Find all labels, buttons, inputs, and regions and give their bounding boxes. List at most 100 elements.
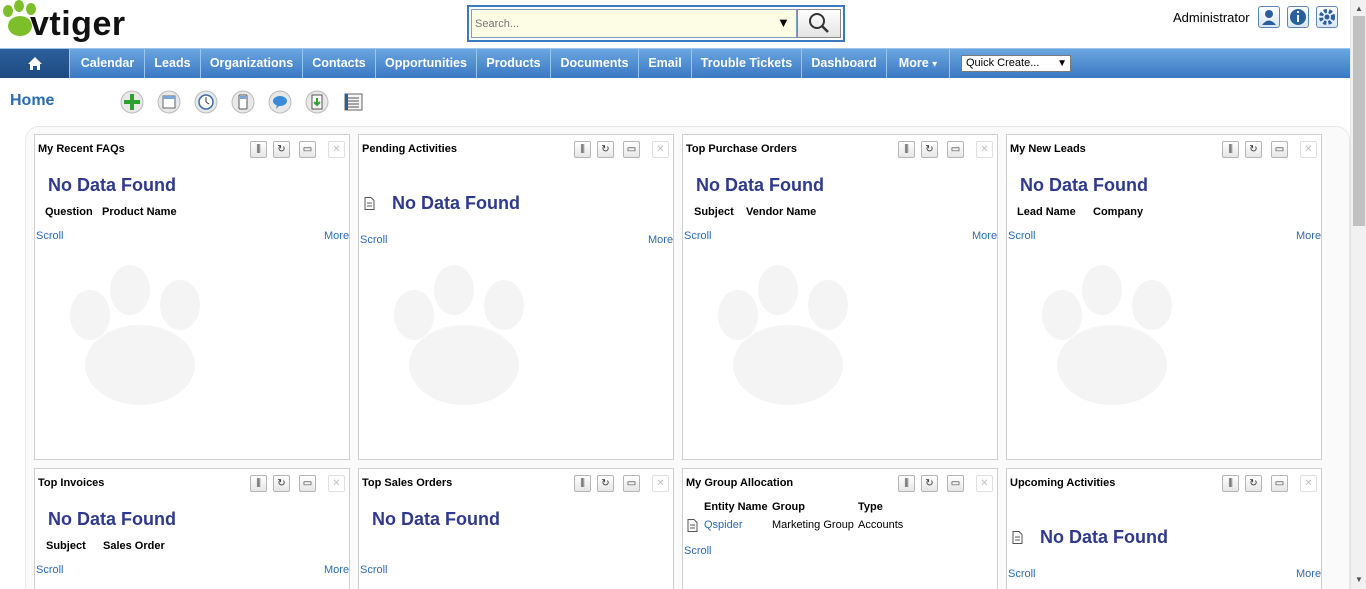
home-tab[interactable] (0, 49, 70, 78)
scroll-link[interactable]: Scroll (360, 234, 388, 246)
scroll-link[interactable]: Scroll (36, 230, 64, 242)
more-link[interactable]: More (1296, 568, 1321, 580)
more-link[interactable]: More (648, 234, 673, 246)
column-header: Subject (694, 206, 734, 218)
widget-close-icon[interactable]: ✕ (328, 475, 345, 492)
widget-minimize-icon[interactable]: ▭ (623, 475, 640, 492)
page-scrollbar[interactable]: ▲ ▼ (1350, 0, 1366, 589)
nav-documents[interactable]: Documents (551, 49, 639, 78)
entity-name-link[interactable]: Qspider (704, 519, 743, 531)
widget-minimize-icon[interactable]: ▭ (623, 141, 640, 158)
layout-icon[interactable] (157, 90, 181, 114)
widget-top-invoices: Top Invoices ⫼ ↻ ▭ ✕ No Data Found Subje… (34, 468, 350, 589)
no-data-message: No Data Found (392, 193, 520, 213)
more-link[interactable]: More (324, 564, 349, 576)
widget-refresh-icon[interactable]: ↻ (921, 141, 938, 158)
widget-minimize-icon[interactable]: ▭ (299, 141, 316, 158)
widget-refresh-icon[interactable]: ↻ (1245, 141, 1262, 158)
widget-top-purchase-orders: Top Purchase Orders ⫼ ↻ ▭ ✕ No Data Foun… (682, 134, 998, 460)
type-cell: Accounts (858, 519, 904, 531)
no-data-message: No Data Found (696, 175, 824, 195)
widget-refresh-icon[interactable]: ↻ (921, 475, 938, 492)
widget-settings-icon[interactable]: ⫼ (898, 141, 915, 158)
nav-more[interactable]: More ▾ (887, 49, 950, 78)
widget-settings-icon[interactable]: ⫼ (898, 475, 915, 492)
clock-icon[interactable] (194, 90, 218, 114)
scroll-link[interactable]: Scroll (1008, 230, 1036, 242)
scroll-up-arrow-icon[interactable]: ▲ (1355, 4, 1363, 13)
widget-minimize-icon[interactable]: ▭ (1271, 141, 1288, 158)
widget-refresh-icon[interactable]: ↻ (1245, 475, 1262, 492)
widget-settings-icon[interactable]: ⫼ (250, 141, 267, 158)
widget-minimize-icon[interactable]: ▭ (947, 475, 964, 492)
widget-minimize-icon[interactable]: ▭ (1271, 475, 1288, 492)
user-name: Administrator (1173, 10, 1250, 25)
widget-close-icon[interactable]: ✕ (976, 141, 993, 158)
notebook-icon[interactable] (342, 90, 366, 114)
widget-settings-icon[interactable]: ⫼ (574, 475, 591, 492)
scroll-link[interactable]: Scroll (684, 230, 712, 242)
scroll-link[interactable]: Scroll (684, 545, 712, 557)
scroll-link[interactable]: Scroll (36, 564, 64, 576)
widget-my-new-leads: My New Leads ⫼ ↻ ▭ ✕ No Data Found Lead … (1006, 134, 1322, 460)
widget-refresh-icon[interactable]: ↻ (273, 475, 290, 492)
nav-trouble-tickets[interactable]: Trouble Tickets (692, 49, 802, 78)
widget-title: Top Purchase Orders (686, 143, 798, 155)
scrollbar-thumb[interactable] (1353, 16, 1365, 226)
widget-title: Top Sales Orders (362, 477, 453, 489)
scroll-link[interactable]: Scroll (360, 564, 388, 576)
more-link[interactable]: More (1296, 230, 1321, 242)
more-link[interactable]: More (972, 230, 997, 242)
widget-settings-icon[interactable]: ⫼ (250, 475, 267, 492)
page-title: Home (10, 92, 55, 109)
column-header: Company (1093, 206, 1144, 218)
quick-create-select[interactable]: Quick Create... ▼ (961, 55, 1071, 72)
widget-settings-icon[interactable]: ⫼ (1222, 475, 1239, 492)
column-header: Lead Name (1017, 206, 1076, 218)
search-dropdown-arrow-icon[interactable]: ▼ (777, 15, 790, 30)
column-header: Group (772, 501, 805, 513)
document-icon (1012, 531, 1023, 544)
chat-icon[interactable] (268, 90, 292, 114)
vtiger-logo[interactable]: vtiger (0, 0, 170, 46)
search-button[interactable] (797, 9, 841, 38)
widget-refresh-icon[interactable]: ↻ (597, 141, 614, 158)
widget-settings-icon[interactable]: ⫼ (1222, 141, 1239, 158)
nav-products[interactable]: Products (477, 49, 551, 78)
scroll-link[interactable]: Scroll (1008, 568, 1036, 580)
widget-close-icon[interactable]: ✕ (1300, 141, 1317, 158)
widget-refresh-icon[interactable]: ↻ (273, 141, 290, 158)
widget-upcoming-activities: Upcoming Activities ⫼ ↻ ▭ ✕ No Data Foun… (1006, 468, 1322, 589)
nav-organizations[interactable]: Organizations (201, 49, 303, 78)
widget-close-icon[interactable]: ✕ (1300, 475, 1317, 492)
widget-top-sales-orders: Top Sales Orders ⫼ ↻ ▭ ✕ No Data Found S… (358, 468, 674, 589)
add-widget-icon[interactable] (120, 90, 144, 114)
main-nav-bar: Calendar Leads Organizations Contacts Op… (0, 48, 1350, 78)
search-input[interactable] (471, 9, 797, 38)
nav-calendar[interactable]: Calendar (71, 49, 145, 78)
widget-my-group-allocation: My Group Allocation ⫼ ↻ ▭ ✕ Entity Name … (682, 468, 998, 589)
nav-dashboard[interactable]: Dashboard (802, 49, 887, 78)
widget-minimize-icon[interactable]: ▭ (947, 141, 964, 158)
widget-settings-icon[interactable]: ⫼ (574, 141, 591, 158)
scroll-down-arrow-icon[interactable]: ▼ (1355, 575, 1363, 584)
widget-close-icon[interactable]: ✕ (328, 141, 345, 158)
paw-watermark-icon (1042, 265, 1172, 405)
info-icon[interactable] (1287, 6, 1309, 28)
nav-contacts[interactable]: Contacts (303, 49, 376, 78)
widget-close-icon[interactable]: ✕ (652, 141, 669, 158)
widget-minimize-icon[interactable]: ▭ (299, 475, 316, 492)
settings-gear-icon[interactable] (1316, 6, 1338, 28)
widget-close-icon[interactable]: ✕ (652, 475, 669, 492)
nav-leads[interactable]: Leads (145, 49, 201, 78)
nav-opportunities[interactable]: Opportunities (376, 49, 477, 78)
import-icon[interactable] (305, 90, 329, 114)
calculator-icon[interactable] (231, 90, 255, 114)
my-preferences-icon[interactable] (1258, 6, 1280, 28)
widget-close-icon[interactable]: ✕ (976, 475, 993, 492)
column-header: Entity Name (704, 501, 768, 513)
widget-title: My Recent FAQs (38, 143, 125, 155)
more-link[interactable]: More (324, 230, 349, 242)
nav-email[interactable]: Email (639, 49, 692, 78)
widget-refresh-icon[interactable]: ↻ (597, 475, 614, 492)
